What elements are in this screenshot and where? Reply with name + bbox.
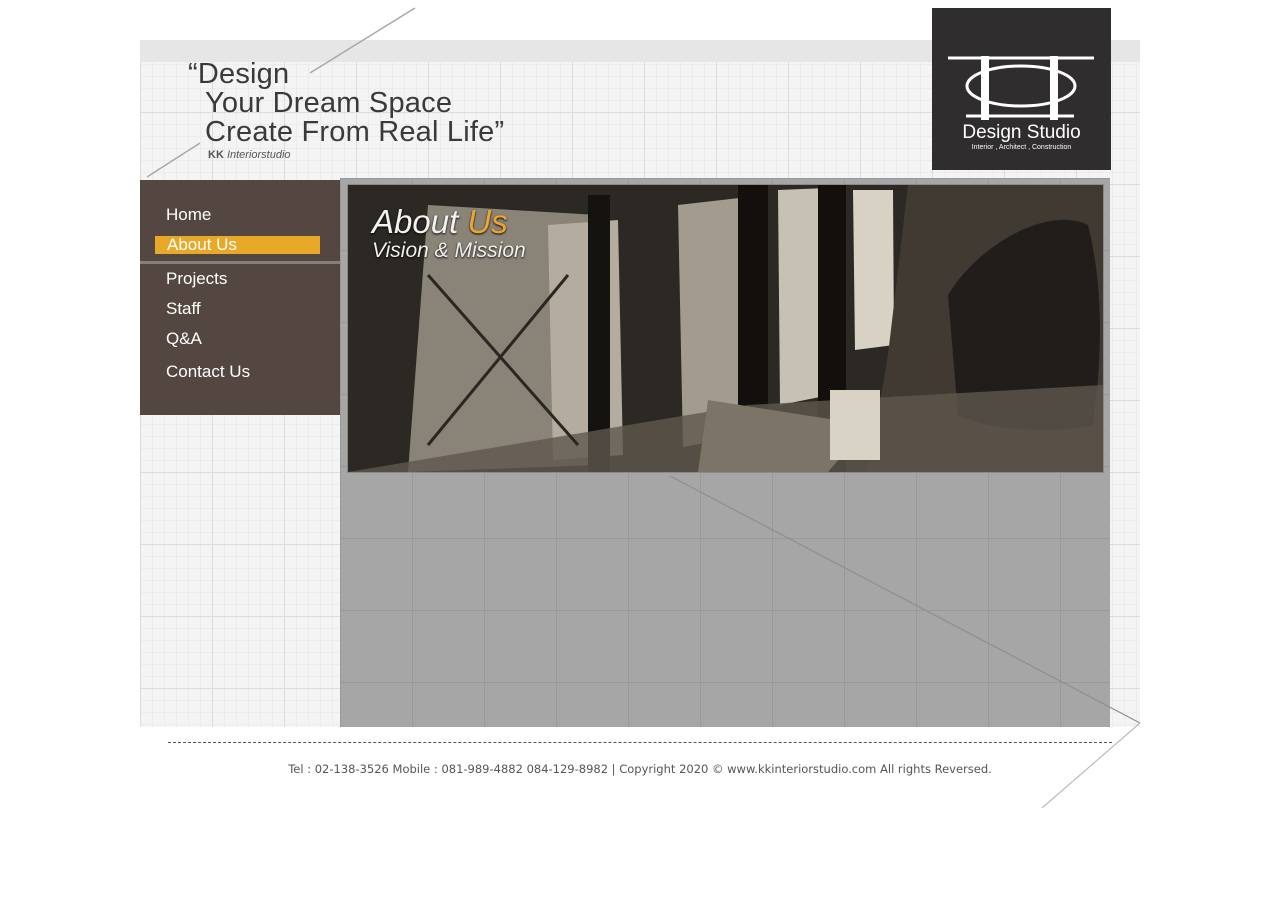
nav-divider xyxy=(140,261,340,264)
banner-title-accent: Us xyxy=(467,203,508,240)
nav-item-about-us[interactable]: About Us xyxy=(155,236,320,254)
logo-subtitle: Interior , Architect , Construction xyxy=(971,144,1072,151)
about-banner: About Us Vision & Mission xyxy=(347,184,1104,473)
logo-title: Design Studio xyxy=(962,122,1081,143)
banner-subtitle: Vision & Mission xyxy=(372,239,526,262)
slogan-line-3: Create From Real Life” xyxy=(205,116,505,148)
banner-title-main: About xyxy=(372,203,468,240)
brand-caption: KK Interiorstudio xyxy=(208,149,504,161)
nav-item-home[interactable]: Home xyxy=(166,205,211,225)
nav-item-staff[interactable]: Staff xyxy=(166,299,201,319)
nav-item-contact-us[interactable]: Contact Us xyxy=(166,362,250,382)
slogan-line-2: Your Dream Space xyxy=(205,87,453,119)
banner-title: About Us xyxy=(372,203,508,241)
brand-caption-rest: Interiorstudio xyxy=(223,149,291,161)
brand-caption-bold: KK xyxy=(208,149,224,161)
main-nav: Home About Us Projects Staff Q&A Contact… xyxy=(140,180,340,415)
logo[interactable]: Design Studio Interior , Architect , Con… xyxy=(932,8,1111,170)
logo-mark-icon xyxy=(948,56,1094,120)
header-slogan: “Design Your Dream Space Create From Rea… xyxy=(188,58,505,162)
nav-item-qa[interactable]: Q&A xyxy=(166,329,202,349)
slogan-line-1: “Design xyxy=(188,58,290,90)
nav-item-projects[interactable]: Projects xyxy=(166,269,227,289)
footer-text: Tel : 02-138-3526 Mobile : 081-989-4882 … xyxy=(288,762,992,776)
footer-divider xyxy=(168,742,1112,743)
